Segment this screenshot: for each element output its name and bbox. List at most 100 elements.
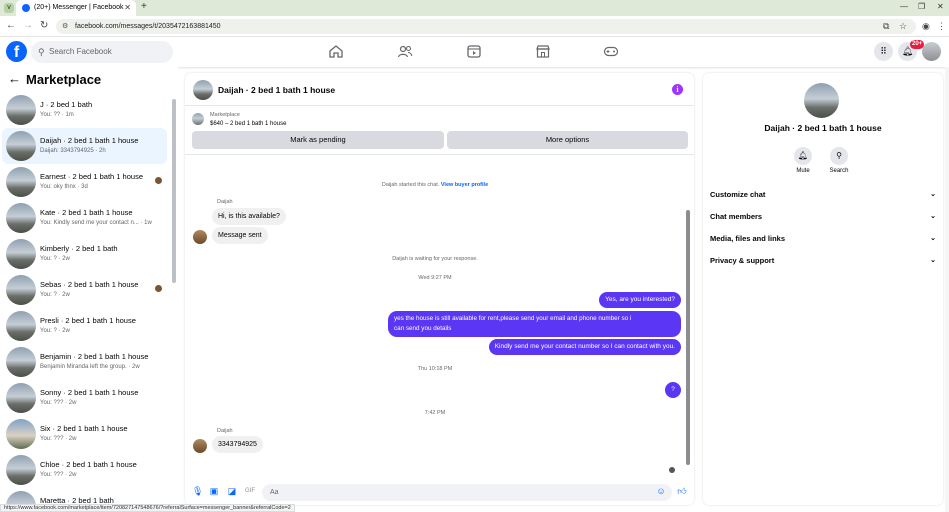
menu-grid-icon: ⠿ xyxy=(880,46,887,56)
info-icon[interactable]: i xyxy=(672,84,683,95)
timestamp: Thu 10:18 PM xyxy=(417,366,453,372)
conversation-name: J · 2 bed 1 bath xyxy=(40,100,93,109)
gif-icon[interactable]: GIF xyxy=(245,486,255,497)
gaming-nav-icon[interactable] xyxy=(603,44,619,58)
chat-header: Daijah · 2 bed 1 bath 1 house i xyxy=(185,73,694,106)
conversation-name: Benjamin · 2 bed 1 bath 1 house xyxy=(40,352,149,361)
outgoing-message: Kindly send me your contact number so I … xyxy=(488,339,681,355)
conversation-item[interactable]: Sonny · 2 bed 1 bath 1 house You: ??? · … xyxy=(2,380,167,416)
conversation-name: Earnest · 2 bed 1 bath 1 house xyxy=(40,172,143,181)
listing-price[interactable]: $640 – 2 bed 1 bath 1 house xyxy=(210,121,286,127)
window-close-icon[interactable]: ✕ xyxy=(937,0,944,14)
page-scrollbar[interactable] xyxy=(945,67,949,512)
list-scrollbar[interactable] xyxy=(172,99,176,283)
browser-tab[interactable]: (20+) Messenger | Facebook ✕ xyxy=(16,0,136,16)
listing-avatar-large[interactable] xyxy=(804,83,839,118)
listing-avatar xyxy=(6,203,36,233)
more-options-button[interactable]: More options xyxy=(447,131,688,149)
conversation-item[interactable]: Kate · 2 bed 1 bath 1 house You: Kindly … xyxy=(2,200,167,236)
thumbs-up-icon[interactable]: 👍︎ xyxy=(677,486,687,497)
conversation-item[interactable]: Sebas · 2 bed 1 bath 1 house You: ? · 2w xyxy=(2,272,167,308)
new-tab-icon[interactable]: + xyxy=(141,0,147,14)
conversation-item[interactable]: Benjamin · 2 bed 1 bath 1 house Benjamin… xyxy=(2,344,167,380)
chat-avatar[interactable] xyxy=(193,80,213,100)
account-avatar[interactable] xyxy=(922,42,941,61)
conversation-preview: You: Kindly send me your contact n... · … xyxy=(40,220,152,226)
site-info-icon[interactable]: ⚙ xyxy=(62,19,68,34)
watch-nav-icon[interactable] xyxy=(466,44,482,58)
marketplace-chat-list: ← Marketplace J · 2 bed 1 bath You: ?? ·… xyxy=(0,67,178,512)
info-title: Daijah · 2 bed 1 bath 1 house xyxy=(764,123,882,133)
conversation-item[interactable]: Earnest · 2 bed 1 bath 1 house You: oky … xyxy=(2,164,167,200)
conversation-item[interactable]: Chloe · 2 bed 1 bath 1 house You: ??? · … xyxy=(2,452,167,488)
browser-tab-bar: v (20+) Messenger | Facebook ✕ + — ❐ ✕ xyxy=(0,0,949,16)
conversation-item[interactable]: Kimberly · 2 bed 1 bath You: ? · 2w xyxy=(2,236,167,272)
conversation-item[interactable]: Presli · 2 bed 1 bath 1 house You: ? · 2… xyxy=(2,308,167,344)
browser-menu-icon[interactable]: ⋮ xyxy=(937,19,946,33)
media-files-links-row[interactable]: Media, files and links ⌄ xyxy=(710,231,936,247)
search-icon: ⚲ xyxy=(836,151,842,160)
bookmark-star-icon[interactable]: ☆ xyxy=(899,19,907,33)
conversation-name: Sonny · 2 bed 1 bath 1 house xyxy=(40,388,139,397)
conversation-item[interactable]: Six · 2 bed 1 bath 1 house You: ??? · 2w xyxy=(2,416,167,452)
sender-name: Daijah xyxy=(217,199,233,205)
url-field[interactable]: ⚙ facebook.com/messages/t/20354721638814… xyxy=(56,19,916,34)
listing-avatar xyxy=(6,167,36,197)
voice-clip-icon[interactable]: 🎙︎ xyxy=(192,486,203,497)
chat-scrollbar[interactable] xyxy=(686,210,690,465)
profile-icon[interactable]: ◉ xyxy=(922,19,930,33)
message-input[interactable]: Aa xyxy=(262,484,672,501)
listing-avatar xyxy=(6,455,36,485)
conversation-item-active[interactable]: Daijah · 2 bed 1 bath 1 house Daijah: 33… xyxy=(2,128,167,164)
chat-started-note: Daijah started this chat. View buyer pro… xyxy=(185,182,685,188)
conversation-name: Chloe · 2 bed 1 bath 1 house xyxy=(40,460,137,469)
tab-search-icon[interactable]: v xyxy=(4,3,14,13)
conversation-preview: You: ? · 2w xyxy=(40,292,70,298)
conversation-name: Six · 2 bed 1 bath 1 house xyxy=(40,424,128,433)
conversation-preview: You: ??? · 2w xyxy=(40,436,77,442)
search-in-chat-button[interactable]: ⚲ xyxy=(830,147,848,165)
facebook-search-input[interactable]: ⚲ Search Facebook xyxy=(31,41,173,63)
friends-nav-icon[interactable] xyxy=(397,44,413,58)
menu-grid-button[interactable]: ⠿ xyxy=(874,42,893,61)
marketplace-nav-icon[interactable] xyxy=(535,44,551,58)
sender-avatar[interactable] xyxy=(193,230,207,244)
sticker-icon[interactable]: ◪ xyxy=(227,486,237,497)
restore-icon[interactable]: ❐ xyxy=(918,0,925,14)
waiting-note: Daijah is waiting for your response. xyxy=(392,256,478,262)
mark-as-pending-button[interactable]: Mark as pending xyxy=(192,131,444,149)
facebook-logo-icon[interactable]: f xyxy=(6,41,27,62)
mute-button[interactable]: 🔔︎ xyxy=(794,147,812,165)
chat-members-row[interactable]: Chat members ⌄ xyxy=(710,209,936,225)
timestamp: 7:42 PM xyxy=(424,410,446,416)
emoji-icon[interactable]: ☺ xyxy=(656,486,666,497)
sender-avatar[interactable] xyxy=(193,439,207,453)
outgoing-message: ? xyxy=(665,382,681,398)
install-app-icon[interactable]: ⧉ xyxy=(883,19,889,33)
listing-avatar xyxy=(6,239,36,269)
view-buyer-profile-link[interactable]: View buyer profile xyxy=(441,182,488,188)
privacy-support-row[interactable]: Privacy & support ⌄ xyxy=(710,253,936,269)
url-text: facebook.com/messages/t/2035472163881450 xyxy=(75,23,221,30)
incoming-message: Hi, is this available? xyxy=(212,208,286,225)
conversation-item[interactable]: J · 2 bed 1 bath You: ?? · 1m xyxy=(2,92,167,128)
tab-close-icon[interactable]: ✕ xyxy=(124,0,131,16)
attach-image-icon[interactable]: ▣ xyxy=(209,486,219,497)
marketplace-banner: Marketplace $640 – 2 bed 1 bath 1 house … xyxy=(185,107,694,155)
message-area: Daijah started this chat. View buyer pro… xyxy=(185,156,694,480)
chat-title[interactable]: Daijah · 2 bed 1 bath 1 house xyxy=(218,85,335,95)
listing-thumbnail[interactable] xyxy=(192,113,204,125)
chevron-down-icon: ⌄ xyxy=(930,235,936,242)
listing-avatar xyxy=(6,347,36,377)
incoming-message: Message sent xyxy=(212,227,268,244)
back-icon[interactable]: ← xyxy=(6,19,16,33)
composer-bar: 🎙︎ ▣ ◪ GIF Aa ☺ 👍︎ xyxy=(185,480,694,505)
read-receipt-avatar xyxy=(669,467,675,473)
chevron-down-icon: ⌄ xyxy=(930,191,936,198)
forward-icon[interactable]: → xyxy=(23,19,33,33)
home-nav-icon[interactable] xyxy=(328,44,344,58)
reload-icon[interactable]: ↻ xyxy=(40,19,48,33)
back-arrow-icon[interactable]: ← xyxy=(8,71,21,86)
customize-chat-row[interactable]: Customize chat ⌄ xyxy=(710,187,936,203)
minimize-icon[interactable]: — xyxy=(900,0,908,14)
